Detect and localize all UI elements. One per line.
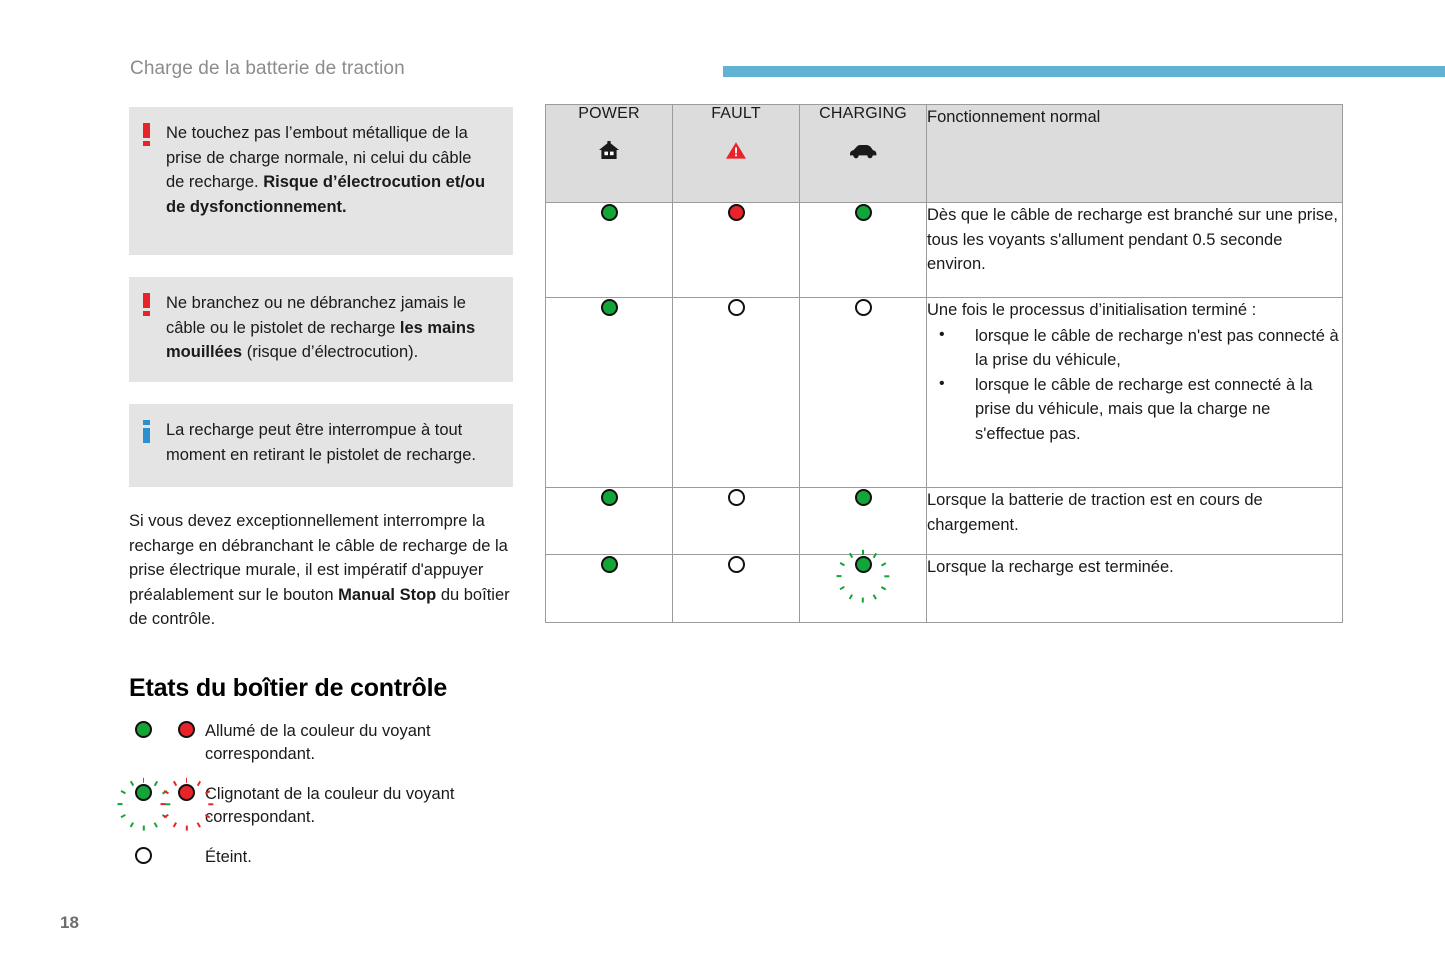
callout-info-text: La recharge peut être interrompue à tout… <box>166 421 476 464</box>
legend-item-off: Éteint. <box>129 845 513 887</box>
cell-power-row3 <box>545 487 673 555</box>
legend-label-off: Éteint. <box>205 847 252 866</box>
house-icon <box>546 140 672 162</box>
cell-description-row4: Lorsque la recharge est terminée. <box>926 554 1343 623</box>
info-i-icon <box>143 420 150 443</box>
led-red-on-icon <box>177 721 195 739</box>
cell-charging-row1 <box>799 202 927 298</box>
led-green-on-icon <box>600 555 618 573</box>
page-title: Charge de la batterie de traction <box>130 58 405 79</box>
led-off-icon <box>727 555 745 573</box>
legend-icons-blink <box>117 778 213 831</box>
led-green-on-icon <box>600 298 618 316</box>
table-row: Une fois le processus d’initialisation t… <box>545 297 1343 488</box>
control-box-states-table: POWER FAULT CHARGING Fonctionnement norm… <box>545 104 1343 623</box>
table-body: Dès que le câble de recharge est branché… <box>545 202 1343 623</box>
cell-power-row2 <box>545 297 673 488</box>
table-header-fault-label: FAULT <box>711 105 761 122</box>
led-off-icon <box>727 298 745 316</box>
list-item: lorsque le câble de recharge n'est pas c… <box>927 323 1342 373</box>
legend-label-blink: Clignotant de la couleur du voyant corre… <box>205 784 455 826</box>
table-header-power: POWER <box>545 104 673 203</box>
callout-warning-1: Ne touchez pas l’embout métallique de la… <box>129 107 513 255</box>
callout-warning-2-text: Ne branchez ou ne débranchez jamais le c… <box>166 294 476 361</box>
header-rule <box>723 66 1445 77</box>
led-green-on-icon <box>600 488 618 506</box>
row2-bullet-list: lorsque le câble de recharge n'est pas c… <box>927 323 1342 447</box>
legend-item-on: Allumé de la couleur du voyant correspon… <box>129 719 513 766</box>
cell-description-row2: Une fois le processus d’initialisation t… <box>926 297 1343 488</box>
list-item: lorsque le câble de recharge est connect… <box>927 372 1342 447</box>
warning-triangle-icon <box>673 140 799 162</box>
table-header-fault: FAULT <box>672 104 800 203</box>
table-row: Lorsque la batterie de traction est en c… <box>545 487 1343 555</box>
cell-fault-row3 <box>672 487 800 555</box>
table-header-power-label: POWER <box>578 105 640 122</box>
table-header-charging-label: CHARGING <box>819 105 907 122</box>
section-heading: Etats du boîtier de contrôle <box>129 673 448 702</box>
body-paragraph: Si vous devez exceptionnellement interro… <box>129 512 510 628</box>
led-green-blink-icon <box>117 778 170 831</box>
page-number: 18 <box>60 913 79 932</box>
car-icon <box>800 140 926 162</box>
led-red-on-icon <box>727 203 745 221</box>
row2-lead-text: Une fois le processus d’initialisation t… <box>927 301 1257 319</box>
left-column: Ne touchez pas l’embout métallique de la… <box>117 107 513 903</box>
table-header-charging: CHARGING <box>799 104 927 203</box>
table-header-row: POWER FAULT CHARGING Fonctionnement norm… <box>545 104 1343 203</box>
led-green-on-icon <box>854 203 872 221</box>
cell-description-row3: Lorsque la batterie de traction est en c… <box>926 487 1343 555</box>
led-green-on-icon <box>600 203 618 221</box>
callout-info: La recharge peut être interrompue à tout… <box>129 404 513 487</box>
legend-item-blink: Clignotant de la couleur du voyant corre… <box>117 778 513 831</box>
warning-exclamation-icon <box>143 293 150 316</box>
legend-icons-on <box>135 721 199 751</box>
callout-warning-2: Ne branchez ou ne débranchez jamais le c… <box>129 277 513 382</box>
cell-description-row1: Dès que le câble de recharge est branché… <box>926 202 1343 298</box>
led-green-blink-icon <box>836 549 890 603</box>
led-off-icon <box>854 298 872 316</box>
page-header: Charge de la batterie de traction <box>0 58 1445 88</box>
cell-power-row1 <box>545 202 673 298</box>
cell-fault-row2 <box>672 297 800 488</box>
table-row: Lorsque la recharge est terminée. <box>545 549 1343 623</box>
cell-power-row4 <box>545 554 673 623</box>
led-green-on-icon <box>135 721 152 739</box>
led-off-icon <box>135 847 152 865</box>
cell-charging-row3 <box>799 487 927 555</box>
warning-exclamation-icon <box>143 123 150 146</box>
led-off-icon <box>727 488 745 506</box>
legend-label-on: Allumé de la couleur du voyant correspon… <box>205 721 431 763</box>
table-row: Dès que le câble de recharge est branché… <box>545 202 1343 298</box>
led-red-blink-icon <box>160 778 213 831</box>
cell-fault-row1 <box>672 202 800 298</box>
cell-charging-row2 <box>799 297 927 488</box>
cell-charging-row4 <box>799 549 927 623</box>
table-header-description: Fonctionnement normal <box>926 104 1343 203</box>
table-header: POWER FAULT CHARGING Fonctionnement norm… <box>545 104 1343 203</box>
cell-fault-row4 <box>672 554 800 623</box>
legend-icons-off <box>135 847 199 877</box>
callout-warning-1-text: Ne touchez pas l’embout métallique de la… <box>166 124 486 216</box>
led-green-on-icon <box>854 488 872 506</box>
